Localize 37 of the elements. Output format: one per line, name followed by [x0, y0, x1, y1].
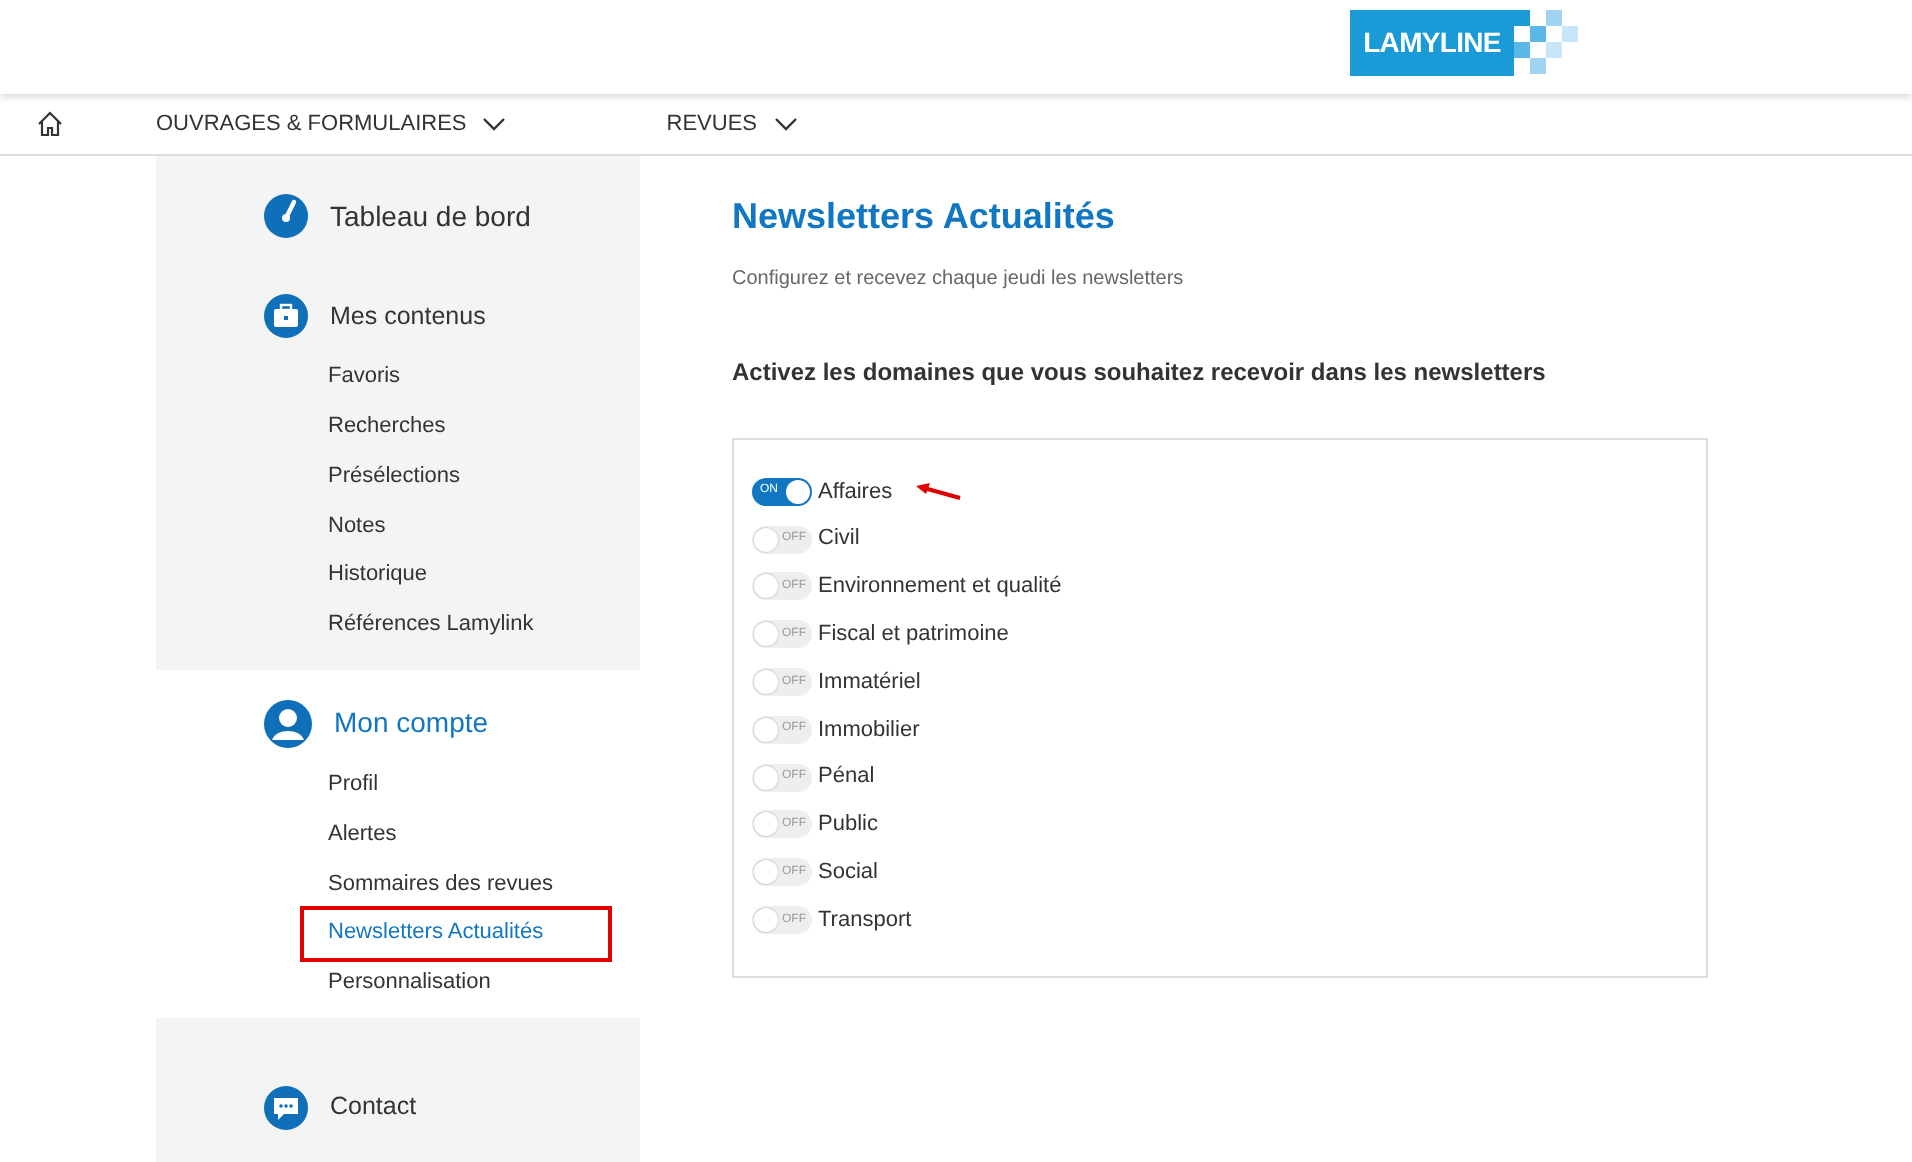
sidebar-link[interactable]: Présélections	[328, 459, 461, 493]
nav-menu[interactable]: REVUES	[666, 107, 798, 141]
briefcase-icon	[262, 292, 310, 340]
section-heading: Activez les domaines que vous souhaitez recevoir dans les newsletters	[732, 356, 1548, 390]
sidebar-link[interactable]: Sommaires des revues	[328, 867, 553, 901]
domain-label: Fiscal et patrimoine	[818, 620, 1009, 651]
domain-label: Environnement et qualité	[818, 572, 1062, 603]
subtitle: Configurez et recevez chaque jeudi les newsletters	[732, 266, 1186, 294]
sidebar-link[interactable]: Alertes	[328, 817, 397, 851]
sidebar-link[interactable]: Historique	[328, 558, 428, 592]
section-title[interactable]: Tableau de bord	[330, 195, 531, 237]
domain-label: Transport	[818, 905, 912, 936]
user-icon	[262, 697, 314, 750]
chat-icon	[262, 1083, 310, 1132]
home-icon[interactable]	[36, 110, 64, 138]
domain-label: Immatériel	[818, 667, 921, 698]
sidebar-link[interactable]: Notes	[328, 509, 386, 543]
pointer-arrow	[914, 481, 963, 502]
sidebar-link[interactable]: Personnalisation	[328, 966, 491, 1000]
sidebar-link[interactable]: Favoris	[328, 360, 401, 394]
domain-label: Pénal	[818, 762, 875, 793]
domain-label: Affaires	[818, 477, 893, 508]
section-title[interactable]: Mon compte	[334, 702, 489, 745]
pixel-pattern-icon	[1514, 10, 1578, 76]
sidebar-link[interactable]: Profil	[328, 767, 379, 801]
domain-label: Immobilier	[818, 715, 920, 746]
sidebar-link[interactable]: Newsletters Actualités	[328, 916, 544, 950]
sidebar-link[interactable]: Recherches	[328, 409, 446, 443]
page-title: Newsletters Actualités	[732, 194, 1117, 240]
domain-label: Civil	[818, 524, 860, 555]
section-title[interactable]: Contact	[330, 1088, 417, 1127]
section-title[interactable]: Mes contenus	[330, 297, 486, 335]
domain-label: Public	[818, 810, 878, 841]
domain-label: Social	[818, 858, 878, 889]
gauge-icon	[262, 192, 310, 240]
nav-menu[interactable]: OUVRAGES & FORMULAIRES	[156, 107, 507, 141]
sidebar-link[interactable]: Références Lamylink	[328, 608, 534, 642]
